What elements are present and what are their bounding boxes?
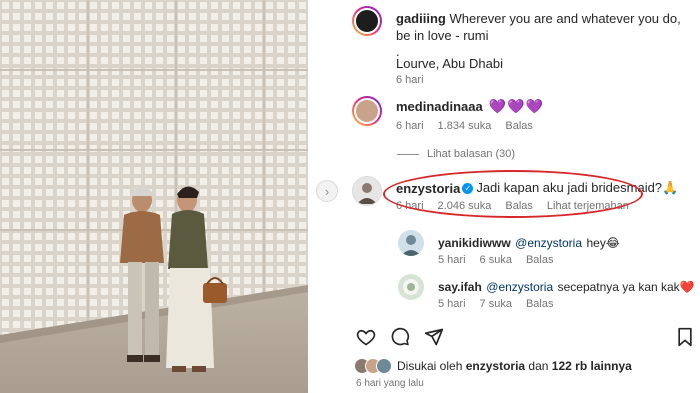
reply-time: 5 hari <box>438 254 466 266</box>
post-time: 6 hari yang lalu <box>356 378 424 389</box>
avatar[interactable] <box>352 6 382 36</box>
comment-likes[interactable]: 1.834 suka <box>438 120 492 132</box>
action-bar <box>356 327 444 347</box>
view-replies-button[interactable]: Lihat balasan (30) <box>397 148 515 160</box>
liked-by-middle: dan <box>528 359 549 373</box>
reply-item: say.ifah @enzystoria secepatnya ya kan k… <box>398 274 695 314</box>
heart-icon[interactable] <box>356 327 376 347</box>
reply-text: secepatnya ya kan kak❤️ <box>557 280 695 294</box>
bookmark-icon[interactable] <box>676 327 694 352</box>
comment-time: 6 hari <box>396 120 424 132</box>
caption-time: 6 hari <box>396 74 424 86</box>
chevron-right-icon[interactable]: › <box>316 180 338 202</box>
post-photo[interactable] <box>0 0 308 393</box>
avatar[interactable] <box>352 96 382 126</box>
highlight-ellipse <box>383 170 643 218</box>
reply-button[interactable]: Balas <box>505 120 533 132</box>
caption-location: Lourve, Abu Dhabi <box>396 56 503 71</box>
view-replies-label: Lihat balasan (30) <box>427 148 516 160</box>
liked-by[interactable]: Disukai oleh enzystoria dan 122 rb lainn… <box>354 358 632 374</box>
liked-by-user[interactable]: enzystoria <box>466 359 525 373</box>
reply-username[interactable]: yanikidiwww <box>438 236 511 250</box>
reply-time: 5 hari <box>438 298 466 310</box>
comment-text: 💜💜💜 <box>488 98 544 114</box>
liked-by-count[interactable]: 122 rb lainnya <box>552 359 632 373</box>
reply-button[interactable]: Balas <box>526 254 554 266</box>
comment-item: medinadinaaa 💜💜💜 6 hari 1.834 suka Balas <box>352 96 692 136</box>
avatar[interactable] <box>398 230 424 256</box>
reply-text: hey😂 <box>586 236 620 250</box>
avatar[interactable] <box>398 274 424 300</box>
comments-panel: gadiiing Wherever you are and whatever y… <box>340 0 700 393</box>
caption-username[interactable]: gadiiing <box>396 11 446 26</box>
avatar <box>376 358 392 374</box>
reply-username[interactable]: say.ifah <box>438 280 482 294</box>
comment-icon[interactable] <box>390 327 410 347</box>
avatar[interactable] <box>352 176 382 206</box>
divider <box>397 153 419 155</box>
liked-by-prefix: Disukai oleh <box>397 359 463 373</box>
reply-mention[interactable]: @enzystoria <box>515 236 582 250</box>
post-photo-illustration <box>0 0 308 393</box>
reply-button[interactable]: Balas <box>526 298 554 310</box>
reply-item: yanikidiwww @enzystoria hey😂 5 hari 6 su… <box>398 230 694 270</box>
reply-mention[interactable]: @enzystoria <box>486 280 553 294</box>
reply-likes[interactable]: 7 suka <box>480 298 512 310</box>
comment-username[interactable]: medinadinaaa <box>396 99 483 114</box>
send-icon[interactable] <box>424 327 444 347</box>
reply-likes[interactable]: 6 suka <box>480 254 512 266</box>
